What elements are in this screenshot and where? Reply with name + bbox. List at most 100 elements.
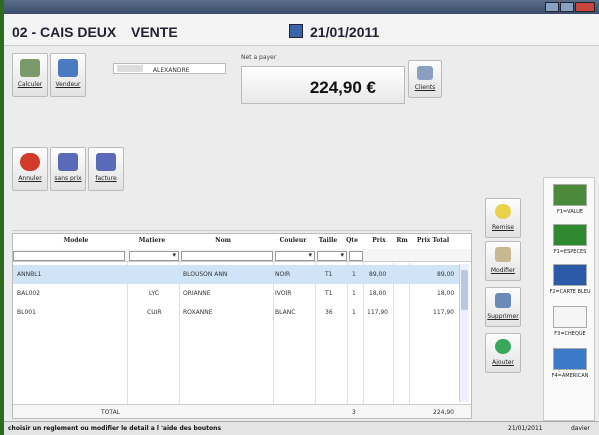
- register-name: 02 - CAIS DEUX: [12, 24, 117, 40]
- supprimer-label: Supprimer: [487, 313, 519, 320]
- delete-icon: [495, 293, 511, 308]
- cell-prix: 18,00: [369, 290, 387, 297]
- table-row[interactable]: ANNBL1 BLOUSON ANN NOIR T1 1 89,00 89,00: [13, 265, 459, 284]
- vendeur-button[interactable]: Vendeur: [50, 53, 86, 97]
- modifier-button[interactable]: Modifier: [485, 241, 521, 281]
- cell-nom: BLOUSON ANN: [183, 271, 228, 278]
- supprimer-button[interactable]: Supprimer: [485, 287, 521, 327]
- cell-modele: BAL002: [17, 290, 41, 297]
- remise-button[interactable]: Remise: [485, 198, 521, 238]
- sales-grid: Modele Matiere Nom Couleur Taille Qte Pr…: [12, 233, 472, 419]
- col-couleur[interactable]: Couleur: [273, 237, 313, 249]
- close-button[interactable]: [575, 2, 595, 12]
- status-message: choisir un reglement ou modifier le deta…: [8, 425, 222, 432]
- minimize-button[interactable]: [545, 2, 559, 12]
- vendeur-icon: [58, 59, 78, 77]
- window-titlebar: [4, 0, 599, 14]
- cell-total: 18,00: [437, 290, 455, 297]
- facture-icon: [96, 153, 116, 171]
- cell-couleur: IVOIR: [275, 290, 292, 297]
- cell-qte: 1: [352, 271, 356, 278]
- payment-column: F1=VALUE F1=ESPECES F2=CARTE BLEU F3=CHE…: [543, 177, 595, 421]
- status-bar: choisir un reglement ou modifier le deta…: [4, 421, 599, 435]
- clients-button[interactable]: Clients: [408, 60, 442, 98]
- table-row[interactable]: BL001 CUIR ROXANNE BLANC 36 1 117,90 117…: [13, 303, 459, 322]
- vendeur-field[interactable]: ALEXANDRE: [113, 63, 226, 74]
- cell-couleur: BLANC: [275, 309, 296, 316]
- net-a-payer-box: 224,90 €: [241, 66, 405, 104]
- filter-modele[interactable]: [13, 251, 125, 261]
- clients-icon: [417, 66, 433, 80]
- calendar-icon[interactable]: [289, 24, 303, 38]
- cell-prix: 89,00: [369, 271, 387, 278]
- vendeur-label: Vendeur: [55, 81, 81, 88]
- filter-couleur[interactable]: [275, 251, 315, 261]
- cell-taille: 36: [325, 309, 333, 316]
- net-label: Net a payer: [241, 54, 277, 61]
- edit-icon: [495, 247, 511, 262]
- cell-total: 89,00: [437, 271, 455, 278]
- calculer-button[interactable]: Calculer: [12, 53, 48, 97]
- window-controls: [545, 2, 595, 12]
- col-prix[interactable]: Prix: [367, 237, 391, 249]
- status-user: davier: [571, 425, 590, 432]
- sans-prix-label: sans prix: [54, 175, 82, 182]
- remise-icon: [495, 204, 511, 219]
- cell-couleur: NOIR: [275, 271, 291, 278]
- col-modele[interactable]: Modele: [51, 237, 101, 249]
- filter-taille[interactable]: [317, 251, 347, 261]
- cell-taille: T1: [325, 290, 333, 297]
- cell-nom: ROXANNE: [183, 309, 213, 316]
- facture-button[interactable]: facture: [88, 147, 124, 191]
- cell-qte: 1: [352, 309, 356, 316]
- calculator-icon: [20, 59, 40, 77]
- filter-nom[interactable]: [181, 251, 273, 261]
- cell-total: 117,90: [433, 309, 454, 316]
- vendeur-name: ALEXANDRE: [152, 67, 190, 74]
- payment-carte-bleu[interactable]: F2=CARTE BLEU: [544, 260, 596, 302]
- grid-scrollbar[interactable]: [459, 264, 469, 402]
- total-row: TOTAL 3 224,90: [13, 404, 471, 418]
- total-label: TOTAL: [101, 409, 121, 416]
- payment-label: F1=VALUE: [556, 209, 584, 215]
- total-qte: 3: [352, 409, 356, 416]
- sans-prix-icon: [58, 153, 78, 171]
- col-nom[interactable]: Nom: [183, 237, 263, 249]
- payment-label: F2=CARTE BLEU: [549, 289, 591, 295]
- ajouter-label: Ajouter: [492, 359, 514, 366]
- payment-label: F4=AMERICAN: [551, 373, 589, 379]
- payment-valeur[interactable]: F1=VALUE: [544, 180, 596, 222]
- cell-matiere: CUIR: [147, 309, 162, 316]
- filter-matiere[interactable]: [129, 251, 179, 261]
- cash-icon: [553, 224, 587, 246]
- maximize-button[interactable]: [560, 2, 574, 12]
- calculer-label: Calculer: [17, 81, 43, 88]
- cheque-icon: [553, 306, 587, 328]
- ajouter-button[interactable]: Ajouter: [485, 333, 521, 373]
- col-prix-total[interactable]: Prix Total: [411, 237, 455, 249]
- credit-card-icon: [553, 264, 587, 286]
- payment-label: F3=CHEQUE: [554, 331, 586, 337]
- col-qte[interactable]: Qte: [345, 237, 359, 249]
- annuler-button[interactable]: Annuler: [12, 147, 48, 191]
- cell-nom: ORIANNE: [183, 290, 211, 297]
- payment-especes[interactable]: F1=ESPECES: [544, 220, 596, 262]
- payment-american[interactable]: F4=AMERICAN: [544, 344, 596, 386]
- sans-prix-button[interactable]: sans prix: [50, 147, 86, 191]
- total-value: 224,90: [433, 409, 454, 416]
- payment-label: F1=ESPECES: [553, 249, 587, 255]
- filter-qte[interactable]: [349, 251, 363, 261]
- cancel-icon: [20, 153, 40, 171]
- scroll-thumb[interactable]: [461, 270, 468, 310]
- cell-modele: ANNBL1: [17, 271, 42, 278]
- col-rm[interactable]: Rm: [395, 237, 409, 249]
- col-taille[interactable]: Taille: [315, 237, 341, 249]
- payment-cheque[interactable]: F3=CHEQUE: [544, 302, 596, 344]
- col-matiere[interactable]: Matiere: [131, 237, 173, 249]
- table-row[interactable]: BAL002 LYC ORIANNE IVOIR T1 1 18,00 18,0…: [13, 284, 459, 303]
- vendeur-code: [117, 65, 143, 72]
- filter-row: [13, 249, 471, 262]
- modifier-label: Modifier: [490, 267, 516, 274]
- header-date: 21/01/2011: [310, 24, 380, 40]
- separator: [12, 230, 472, 231]
